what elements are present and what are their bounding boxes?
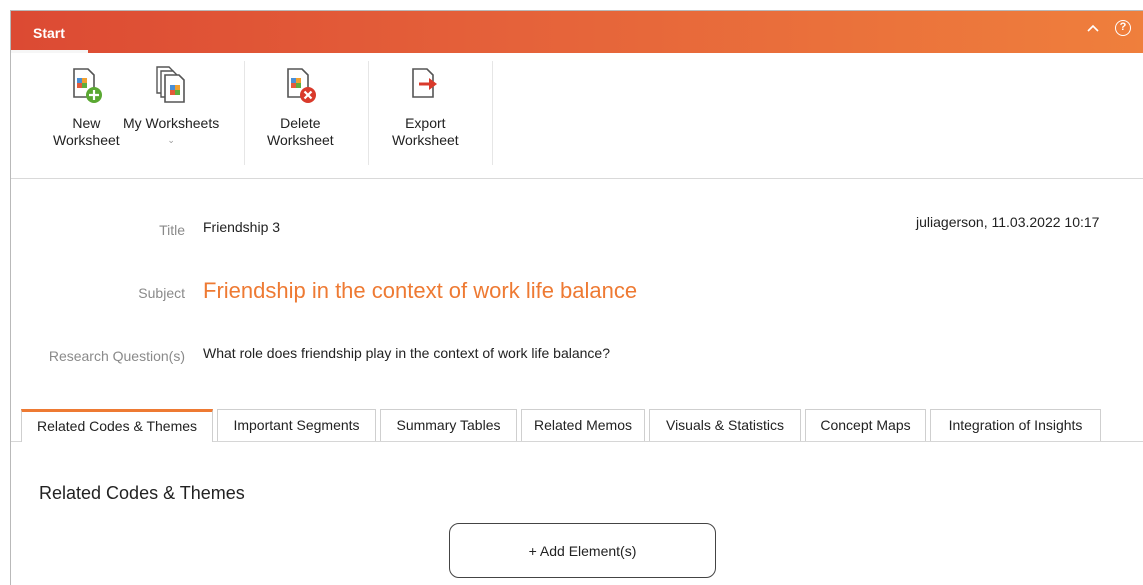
research-question-label: Research Question(s) xyxy=(48,348,185,364)
export-worksheet-label-1: Export xyxy=(405,115,446,131)
delete-worksheet-icon xyxy=(287,68,317,103)
tab-important-segments[interactable]: Important Segments xyxy=(217,409,376,441)
new-worksheet-button[interactable]: New Worksheet xyxy=(53,63,120,149)
tab-visuals-statistics[interactable]: Visuals & Statistics xyxy=(649,409,801,441)
toolbar-separator xyxy=(368,61,369,165)
new-worksheet-icon xyxy=(73,68,103,103)
toolbar: New Worksheet My Worksheets ⌄ Delete Wor… xyxy=(11,53,1143,179)
export-worksheet-label-2: Worksheet xyxy=(392,132,459,148)
tab-summary-tables[interactable]: Summary Tables xyxy=(380,409,517,441)
collapse-ribbon-icon[interactable] xyxy=(1086,21,1100,38)
section-title: Related Codes & Themes xyxy=(39,483,245,503)
tab-related-codes-themes[interactable]: Related Codes & Themes xyxy=(21,409,213,442)
ribbon-header: Start ? xyxy=(11,11,1143,53)
tab-integration-of-insights[interactable]: Integration of Insights xyxy=(930,409,1101,441)
delete-worksheet-button[interactable]: Delete Worksheet xyxy=(267,63,334,149)
my-worksheets-label: My Worksheets xyxy=(123,115,220,131)
help-icon[interactable]: ? xyxy=(1115,20,1131,36)
new-worksheet-label-2: Worksheet xyxy=(53,132,120,148)
toolbar-separator xyxy=(244,61,245,165)
my-worksheets-icon xyxy=(156,66,185,103)
tab-related-memos[interactable]: Related Memos xyxy=(521,409,645,441)
chevron-down-icon[interactable]: ⌄ xyxy=(123,132,219,149)
worksheet-window: Start ? New Worksheet My Worksheets ⌄ De… xyxy=(10,10,1143,585)
delete-worksheet-label-1: Delete xyxy=(280,115,321,131)
subject-value[interactable]: Friendship in the context of work life b… xyxy=(203,278,637,304)
ribbon-tab-start[interactable]: Start xyxy=(11,11,88,53)
research-question-value[interactable]: What role does friendship play in the co… xyxy=(203,345,610,361)
tab-concept-maps[interactable]: Concept Maps xyxy=(805,409,926,441)
title-label: Title xyxy=(159,222,185,238)
delete-worksheet-label-2: Worksheet xyxy=(267,132,334,148)
my-worksheets-button[interactable]: My Worksheets ⌄ xyxy=(123,63,219,149)
export-worksheet-button[interactable]: Export Worksheet xyxy=(392,63,459,149)
subject-label: Subject xyxy=(138,285,185,301)
new-worksheet-label-1: New xyxy=(72,115,101,131)
toolbar-separator xyxy=(492,61,493,165)
export-worksheet-icon xyxy=(412,68,438,98)
title-value[interactable]: Friendship 3 xyxy=(203,219,280,235)
ribbon-tab-label: Start xyxy=(33,25,65,41)
add-element-button[interactable]: + Add Element(s) xyxy=(449,523,716,578)
author-timestamp: juliagerson, 11.03.2022 10:17 xyxy=(916,214,1100,230)
